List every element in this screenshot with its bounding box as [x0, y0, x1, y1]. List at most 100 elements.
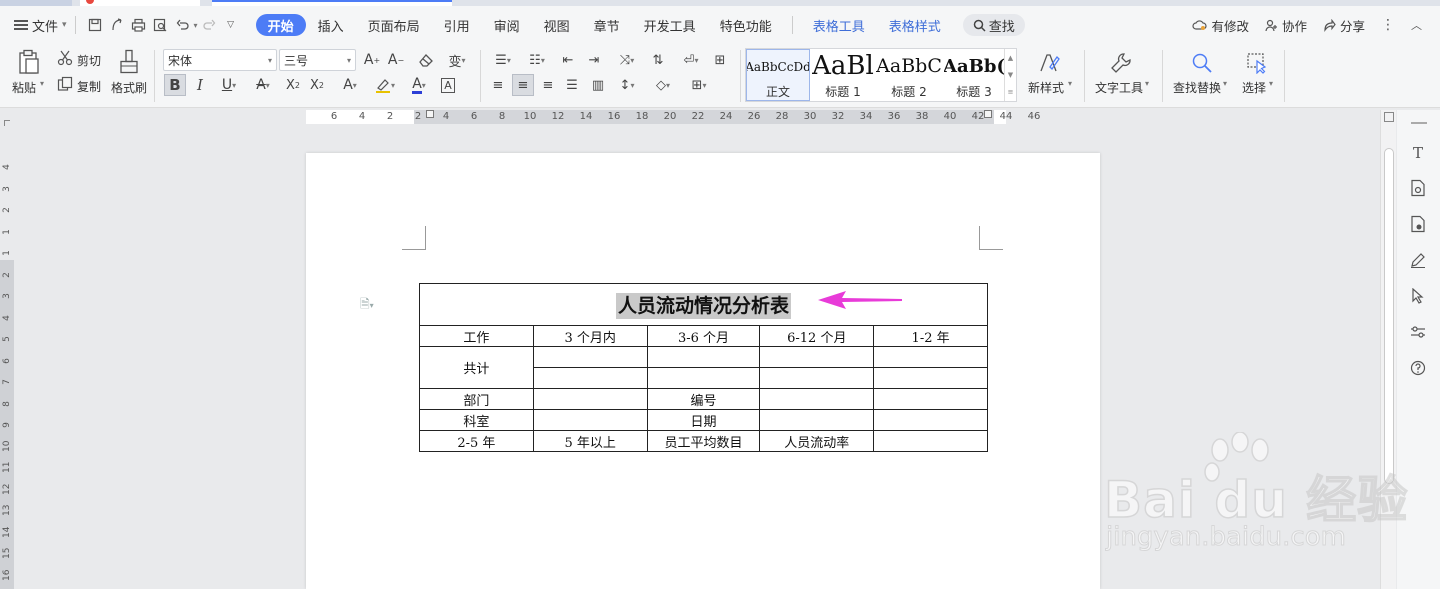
- tab-section[interactable]: 章节: [582, 14, 632, 36]
- italic-button[interactable]: I: [190, 74, 210, 96]
- numbered-list-button[interactable]: ☷ ▾: [522, 50, 552, 70]
- show-marks-icon[interactable]: ⏎ ▾: [676, 50, 706, 70]
- highlight-button[interactable]: ▾: [370, 74, 400, 96]
- format-painter-button[interactable]: 格式刷: [111, 79, 147, 96]
- font-name-select[interactable]: 宋体 ▾: [163, 49, 277, 71]
- collapse-ribbon-icon[interactable]: ︿: [1411, 17, 1422, 33]
- tab-developer[interactable]: 开发工具: [632, 14, 708, 36]
- table-cell[interactable]: 工作: [419, 325, 534, 347]
- align-left-icon[interactable]: ≡: [488, 74, 508, 96]
- increase-indent-icon[interactable]: ⇥: [584, 50, 604, 70]
- strikethrough-button[interactable]: A ▾: [248, 74, 278, 96]
- pen-icon[interactable]: [1407, 249, 1429, 271]
- superscript-button[interactable]: X2: [282, 74, 304, 96]
- style-heading-2[interactable]: AaBbC 标题 2: [876, 49, 942, 101]
- borders-icon[interactable]: ⊞ ▾: [684, 74, 714, 96]
- table-cell[interactable]: [873, 430, 988, 452]
- cut-button[interactable]: 剪切: [77, 52, 101, 69]
- document-review-icon[interactable]: [1407, 213, 1429, 235]
- paste-icon[interactable]: [16, 48, 42, 76]
- bullet-list-button[interactable]: ☰ ▾: [488, 50, 518, 70]
- file-menu-button[interactable]: 文件 ▾: [14, 16, 67, 35]
- table-grid-icon[interactable]: ⊞: [710, 50, 730, 70]
- font-size-select[interactable]: 三号 ▾: [279, 49, 356, 71]
- table-cell[interactable]: [873, 346, 988, 368]
- sort-icon[interactable]: ⇅: [648, 50, 668, 70]
- text-effect-button[interactable]: A ▾: [336, 74, 364, 96]
- side-panel-handle[interactable]: [1411, 122, 1427, 124]
- table-cell[interactable]: [873, 367, 988, 389]
- share-button[interactable]: 分享: [1323, 16, 1365, 35]
- split-view-icon[interactable]: [1384, 112, 1394, 122]
- table-cell[interactable]: [646, 367, 761, 389]
- expand-icon[interactable]: ≡: [1008, 88, 1014, 96]
- chevron-down-icon[interactable]: ▾: [40, 79, 44, 88]
- shading-icon[interactable]: ◇ ▾: [648, 74, 678, 96]
- select-icon[interactable]: [1244, 50, 1270, 76]
- chevron-down-icon[interactable]: ▼: [1008, 71, 1013, 79]
- new-style-icon[interactable]: [1036, 50, 1062, 76]
- save-icon[interactable]: [84, 14, 106, 36]
- align-right-icon[interactable]: ≡: [538, 74, 558, 96]
- pinyin-guide-icon[interactable]: 变 ▾: [442, 50, 472, 70]
- table-cell[interactable]: 3-6 个月: [646, 325, 761, 347]
- wrench-icon[interactable]: [1108, 50, 1134, 76]
- decrease-font-icon[interactable]: A −: [386, 50, 406, 70]
- search-button[interactable]: 查找: [962, 14, 1025, 36]
- tab-insert[interactable]: 插入: [306, 14, 356, 36]
- table-cell[interactable]: [532, 346, 648, 368]
- justify-icon[interactable]: ☰: [562, 74, 582, 96]
- table-cell[interactable]: [646, 346, 761, 368]
- table-cell[interactable]: 5 年以上: [532, 430, 648, 452]
- table-cell[interactable]: 编号: [646, 388, 761, 410]
- find-replace-button[interactable]: 查找替换: [1173, 79, 1221, 96]
- print-preview-icon[interactable]: [150, 14, 172, 36]
- subscript-button[interactable]: X2: [306, 74, 328, 96]
- table-cell[interactable]: [759, 409, 875, 431]
- redo-icon[interactable]: [198, 14, 220, 36]
- pointer-icon[interactable]: [1407, 285, 1429, 307]
- tab-special-features[interactable]: 特色功能: [708, 14, 784, 36]
- undo-icon[interactable]: [172, 14, 194, 36]
- horizontal-ruler[interactable]: 6 4 2 2 4 6 8 10 12 14 16 18 20 22 24 26 28 30 32 34 36 38 40 4…: [306, 110, 1040, 124]
- print-icon[interactable]: [128, 14, 150, 36]
- underline-button[interactable]: U ▾: [214, 74, 244, 96]
- clear-format-icon[interactable]: [416, 50, 436, 70]
- bold-button[interactable]: B: [164, 74, 186, 96]
- table-cell[interactable]: 日期: [646, 409, 761, 431]
- collaborate-button[interactable]: 协作: [1265, 16, 1307, 35]
- distributed-icon[interactable]: ▥: [588, 74, 608, 96]
- scrollbar-thumb[interactable]: [1384, 148, 1394, 484]
- chevron-down-icon[interactable]: ▾: [1145, 79, 1149, 88]
- align-center-icon[interactable]: ≡: [512, 74, 534, 96]
- table-cell[interactable]: [759, 367, 875, 389]
- chevron-down-icon[interactable]: ▾: [1223, 79, 1227, 88]
- changes-button[interactable]: 有修改: [1192, 16, 1249, 35]
- font-color-button[interactable]: A ▾: [404, 74, 434, 96]
- vertical-ruler[interactable]: 4 3 2 1 1 2 3 4 5 6 7 8 9 10 11 12 13 14 15 16: [0, 130, 14, 589]
- table-cell[interactable]: 1-2 年: [873, 325, 988, 347]
- settings-sliders-icon[interactable]: [1407, 321, 1429, 343]
- customize-toolbar-icon[interactable]: ▽: [220, 14, 242, 36]
- tab-home[interactable]: 开始: [255, 14, 306, 36]
- table-cell[interactable]: 3 个月内: [532, 325, 648, 347]
- right-indent-marker[interactable]: [984, 110, 992, 118]
- increase-font-icon[interactable]: A +: [362, 50, 382, 70]
- tab-page-layout[interactable]: 页面布局: [356, 14, 432, 36]
- table-cell[interactable]: [759, 388, 875, 410]
- tab-review[interactable]: 审阅: [482, 14, 532, 36]
- paste-button[interactable]: 粘贴: [12, 79, 36, 96]
- table-cell[interactable]: [759, 346, 875, 368]
- text-tools-button[interactable]: 文字工具: [1095, 79, 1143, 96]
- table-cell[interactable]: [532, 367, 648, 389]
- help-icon[interactable]: [1407, 357, 1429, 379]
- table-cell[interactable]: 部门: [419, 388, 534, 410]
- chevron-up-icon[interactable]: ▲: [1008, 54, 1013, 62]
- table-cell[interactable]: 员工平均数目: [646, 430, 761, 452]
- tab-table-tools[interactable]: 表格工具: [801, 14, 877, 36]
- table-cell[interactable]: 6-12 个月: [759, 325, 875, 347]
- style-gallery-scroll[interactable]: ▲ ▼ ≡: [1004, 49, 1016, 101]
- table-cell[interactable]: 人员流动率: [759, 430, 875, 452]
- first-line-indent-marker[interactable]: [426, 110, 434, 118]
- chevron-down-icon[interactable]: ▾: [1068, 79, 1072, 88]
